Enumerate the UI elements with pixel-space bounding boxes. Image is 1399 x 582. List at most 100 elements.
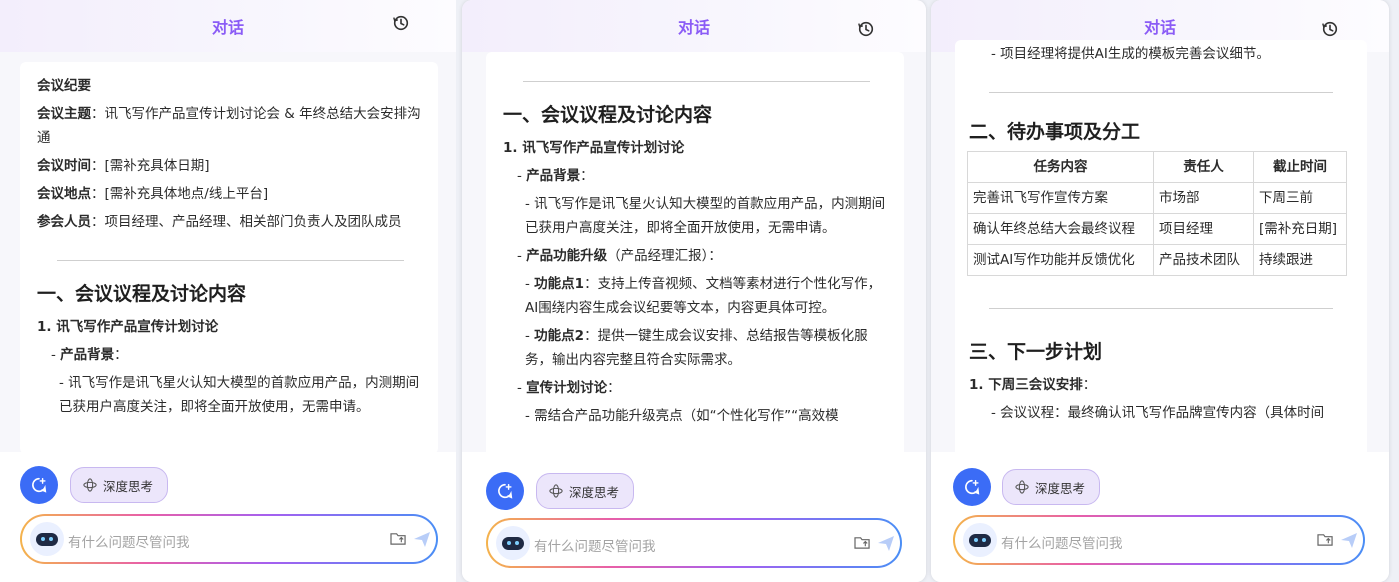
section-heading: 二、待办事项及分工 [969, 121, 1141, 143]
minutes-document: 一、会议议程及讨论内容 1. 讯飞写作产品宣传计划讨论 - 产品背景： - 讯飞… [503, 52, 890, 432]
table-row: 确认年终总结大会最终议程 项目经理 [需补充日期] [967, 213, 1347, 245]
promo-colon: ： [607, 380, 621, 396]
place-line: 会议地点：[需补充具体地点/线上平台] [37, 182, 424, 206]
attendees-line: 参会人员：项目经理、产品经理、相关部门负责人及团队成员 [37, 210, 424, 234]
promo-label: 宣传计划讨论 [526, 380, 608, 396]
topic-label: 会议主题 [37, 106, 91, 122]
table-cell: 确认年终总结大会最终议程 [967, 213, 1154, 245]
deep-think-icon [83, 478, 97, 492]
section-heading: 三、下一步计划 [969, 341, 1103, 363]
composer-area: 深度思考 有什么问题尽管问我 [462, 452, 926, 582]
place-label: 会议地点 [37, 186, 91, 202]
background-label: 产品背景 [60, 347, 115, 363]
upgrade-label: 产品功能升级 [526, 248, 608, 264]
topic-value: ：讯飞写作产品宣传计划讨论会 & 年终总结大会安排沟通 [37, 106, 421, 146]
upgrade-line: - 产品功能升级（产品经理汇报）： [517, 248, 722, 264]
chat-header: 对话 [462, 0, 926, 60]
new-chat-icon [965, 479, 980, 495]
upgrade-note: （产品经理汇报）： [607, 248, 722, 264]
next-text: - 会议议程：最终确认讯飞写作品牌宣传内容（具体时间 [991, 405, 1325, 421]
feature-1-line: - 功能点1：支持上传音视频、文档等素材进行个性化写作，AI围绕内容生成会议纪要… [525, 276, 882, 316]
robot-avatar-icon [963, 523, 997, 557]
deep-think-icon [549, 484, 563, 498]
new-chat-button[interactable] [486, 472, 524, 510]
next-item-line: 1. 下周三会议安排： [969, 373, 1353, 397]
send-icon[interactable] [1339, 530, 1359, 550]
composer-area: 深度思考 有什么问题尽管问我 [931, 452, 1389, 582]
history-icon[interactable] [1321, 20, 1339, 38]
message-card: 一、会议议程及讨论内容 1. 讯飞写作产品宣传计划讨论 - 产品背景： - 讯飞… [486, 52, 904, 458]
send-icon[interactable] [412, 529, 432, 549]
message-card: - 项目经理将提供AI生成的模板完善会议细节。 二、待办事项及分工 任务内容 责… [955, 40, 1367, 458]
time-value: ：[需补充具体日期] [91, 158, 210, 174]
feature-2-label: 功能点2 [534, 328, 585, 344]
table-header: 截止时间 [1253, 151, 1347, 183]
attendees-value: ：项目经理、产品经理、相关部门负责人及团队成员 [91, 214, 402, 230]
chat-input-box[interactable]: 有什么问题尽管问我 [953, 515, 1365, 565]
section-heading: 一、会议议程及讨论内容 [37, 283, 247, 305]
chat-panel-2: 对话 一、会议议程及讨论内容 1. 讯飞写作产品宣传计划讨论 - 产品背景： -… [462, 0, 926, 582]
deep-think-label: 深度思考 [569, 484, 620, 500]
table-row: 测试AI写作功能并反馈优化 产品技术团队 持续跟进 [967, 244, 1347, 276]
table-row: 完善讯飞写作宣传方案 市场部 下周三前 [967, 182, 1347, 214]
promo-line: - 宣传计划讨论： [517, 380, 621, 396]
history-icon[interactable] [392, 14, 410, 32]
next-item: 1. 下周三会议安排 [969, 377, 1083, 393]
input-placeholder: 有什么问题尽管问我 [68, 535, 190, 551]
deep-think-label: 深度思考 [103, 478, 154, 494]
folder-upload-icon[interactable] [1317, 532, 1334, 547]
table-cell: [需补充日期] [1253, 213, 1347, 245]
section-heading: 一、会议议程及讨论内容 [503, 104, 713, 126]
input-placeholder: 有什么问题尽管问我 [1001, 536, 1123, 552]
message-card: 会议纪要 会议主题：讯飞写作产品宣传计划讨论会 & 年终总结大会安排沟通 会议时… [20, 62, 438, 454]
next-colon: ： [1082, 377, 1097, 393]
history-icon[interactable] [857, 20, 875, 38]
table-cell: 市场部 [1153, 182, 1254, 214]
chat-input-box[interactable]: 有什么问题尽管问我 [486, 518, 902, 568]
new-chat-icon [32, 477, 47, 493]
chat-panel-3: 对话 - 项目经理将提供AI生成的模板完善会议细节。 二、待办事项及分工 任务内… [931, 0, 1389, 582]
chat-panel-1: 对话 会议纪要 会议主题：讯飞写作产品宣传计划讨论会 & 年终总结大会安排沟通 … [0, 0, 456, 582]
table-header: 任务内容 [967, 151, 1154, 183]
background-label: 产品背景 [526, 168, 581, 184]
minutes-document: - 项目经理将提供AI生成的模板完善会议细节。 二、待办事项及分工 任务内容 责… [967, 42, 1353, 429]
chat-input[interactable]: 有什么问题尽管问我 [955, 517, 1363, 563]
divider [989, 308, 1333, 309]
background-label-line: - 产品背景： [51, 347, 128, 363]
folder-upload-icon[interactable] [390, 531, 407, 546]
background-text: - 讯飞写作是讯飞星火认知大模型的首款应用产品，内测期间已获用户高度关注，即将全… [59, 375, 420, 415]
attendees-label: 参会人员 [37, 214, 91, 230]
chat-input-box[interactable]: 有什么问题尽管问我 [20, 514, 438, 564]
table-cell: 完善讯飞写作宣传方案 [967, 182, 1154, 214]
folder-upload-icon[interactable] [854, 535, 871, 550]
background-colon: ： [114, 347, 128, 363]
table-header: 责任人 [1153, 151, 1254, 183]
chat-header: 对话 [0, 0, 456, 60]
deep-think-button[interactable]: 深度思考 [536, 473, 635, 509]
table-cell: 下周三前 [1253, 182, 1347, 214]
robot-avatar-icon [30, 522, 64, 556]
table-cell: 持续跟进 [1253, 244, 1347, 276]
send-icon[interactable] [876, 533, 896, 553]
agenda-item: 1. 讯飞写作产品宣传计划讨论 [37, 319, 219, 335]
composer-area: 深度思考 有什么问题尽管问我 [0, 452, 456, 582]
deep-think-icon [1015, 480, 1029, 494]
new-chat-button[interactable] [953, 468, 991, 506]
background-label-line: - 产品背景： [517, 168, 594, 184]
time-line: 会议时间：[需补充具体日期] [37, 154, 424, 178]
divider [989, 92, 1333, 93]
chat-input[interactable]: 有什么问题尽管问我 [488, 520, 900, 566]
new-chat-button[interactable] [20, 466, 58, 504]
promo-text: - 需结合产品功能升级亮点（如“个性化写作”“高效模 [525, 408, 839, 424]
place-value: ：[需补充具体地点/线上平台] [91, 186, 269, 202]
deep-think-label: 深度思考 [1035, 480, 1086, 496]
minutes-heading: 会议纪要 [37, 78, 91, 94]
input-placeholder: 有什么问题尽管问我 [534, 539, 656, 555]
topic-line: 会议主题：讯飞写作产品宣传计划讨论会 & 年终总结大会安排沟通 [37, 102, 424, 150]
screenshot-stage: 对话 会议纪要 会议主题：讯飞写作产品宣传计划讨论会 & 年终总结大会安排沟通 … [0, 0, 1399, 582]
table-cell: 测试AI写作功能并反馈优化 [967, 244, 1154, 276]
chat-input[interactable]: 有什么问题尽管问我 [22, 516, 436, 562]
deep-think-button[interactable]: 深度思考 [1002, 469, 1101, 505]
deep-think-button[interactable]: 深度思考 [70, 467, 169, 503]
background-text: - 讯飞写作是讯飞星火认知大模型的首款应用产品，内测期间已获用户高度关注，即将全… [525, 196, 886, 236]
